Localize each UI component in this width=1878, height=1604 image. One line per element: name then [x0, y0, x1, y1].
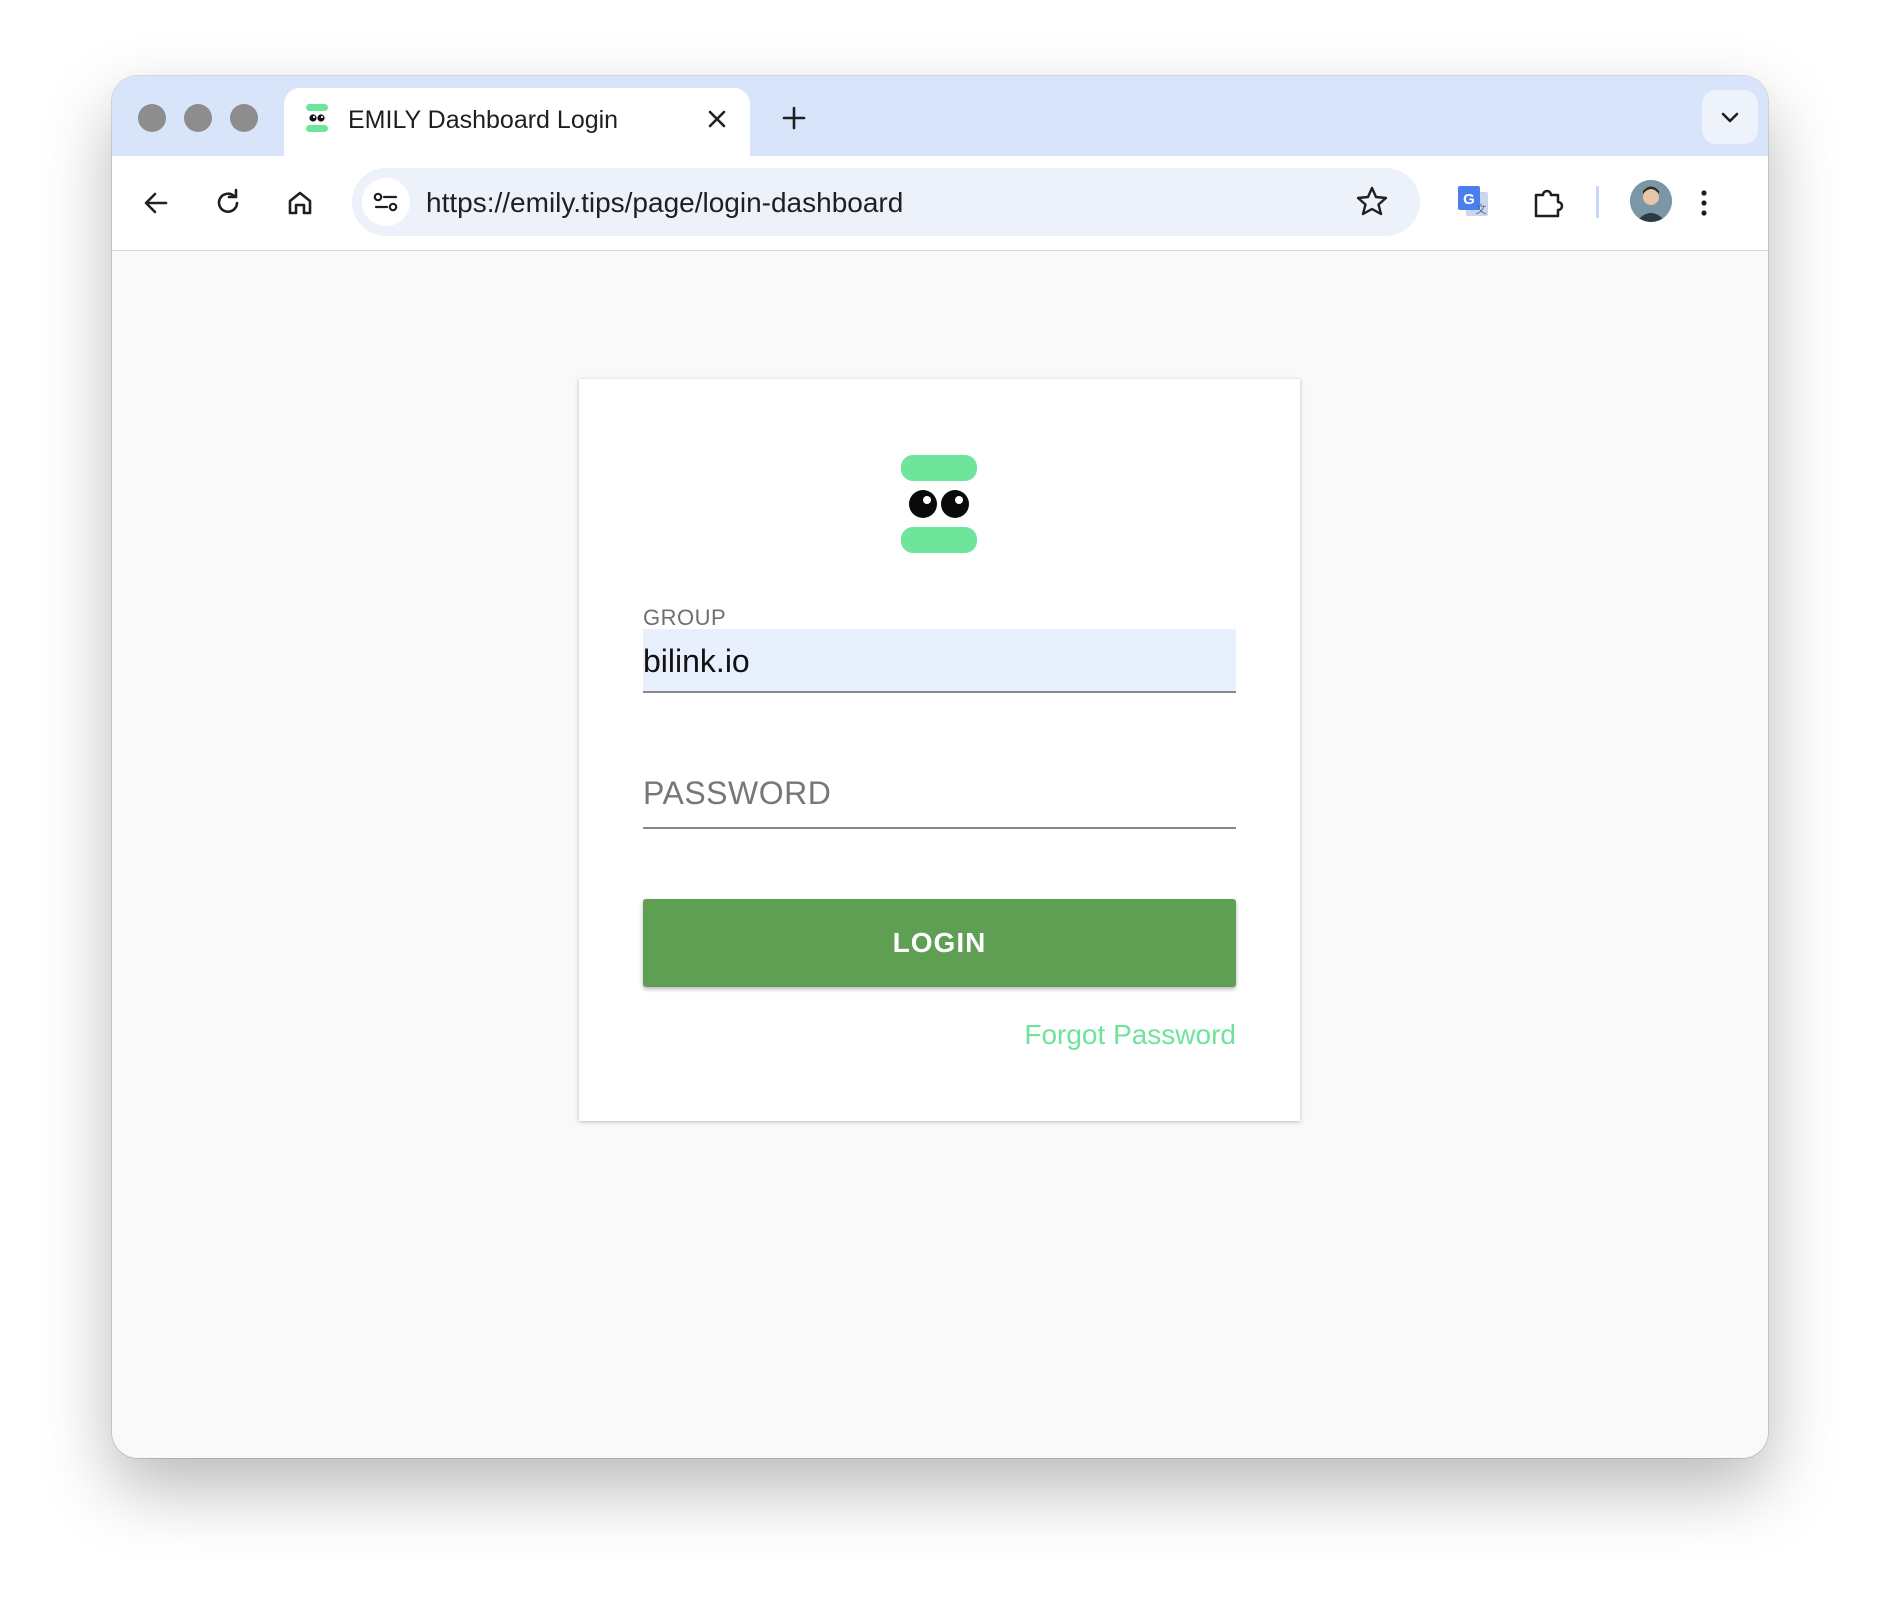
svg-text:文: 文 [1476, 202, 1487, 216]
toolbar-divider [1596, 186, 1599, 218]
extensions-icon[interactable] [1528, 183, 1568, 223]
back-arrow-icon[interactable] [136, 183, 176, 223]
page-content: GROUP bilink.io PASSWORD LOGIN Forgot Pa… [112, 251, 1768, 1458]
profile-photo [1630, 180, 1672, 222]
close-icon[interactable] [704, 106, 730, 132]
group-label: GROUP [643, 605, 727, 630]
window-minimize-dot[interactable] [184, 104, 212, 132]
active-tab[interactable]: EMILY Dashboard Login [284, 88, 750, 156]
window-zoom-dot[interactable] [230, 104, 258, 132]
translate-icon[interactable]: G 文 [1454, 182, 1494, 222]
browser-toolbar: https://emily.tips/page/login-dashboard … [112, 156, 1768, 251]
tab-search-button[interactable] [1702, 90, 1758, 144]
window-close-dot[interactable] [138, 104, 166, 132]
login-button[interactable]: LOGIN [643, 899, 1236, 987]
password-input[interactable]: PASSWORD [643, 757, 1236, 829]
tab-strip: EMILY Dashboard Login [112, 76, 1768, 156]
url-text: https://emily.tips/page/login-dashboard [426, 187, 904, 218]
home-icon[interactable] [280, 183, 320, 223]
group-value: bilink.io [643, 643, 750, 679]
chevron-down-icon [1721, 112, 1739, 123]
kebab-menu-icon[interactable] [1684, 183, 1724, 223]
star-icon[interactable] [1352, 182, 1392, 222]
site-info-icon [373, 192, 398, 212]
site-info-button[interactable] [362, 178, 410, 226]
forgot-password-link[interactable]: Forgot Password [1024, 1019, 1236, 1051]
login-card: GROUP bilink.io PASSWORD LOGIN Forgot Pa… [579, 379, 1300, 1121]
tab-title: EMILY Dashboard Login [348, 106, 619, 134]
emily-logo [901, 455, 977, 553]
group-input[interactable]: bilink.io [643, 629, 1236, 693]
svg-text:G: G [1463, 191, 1475, 208]
emily-favicon-icon [306, 104, 328, 132]
browser-window: EMILY Dashboard Login https://emily.tips… [112, 76, 1768, 1458]
password-placeholder: PASSWORD [643, 775, 832, 811]
address-bar[interactable]: https://emily.tips/page/login-dashboard [352, 168, 1420, 236]
plus-icon[interactable] [776, 100, 812, 136]
profile-avatar[interactable] [1630, 180, 1672, 222]
reload-icon[interactable] [208, 183, 248, 223]
